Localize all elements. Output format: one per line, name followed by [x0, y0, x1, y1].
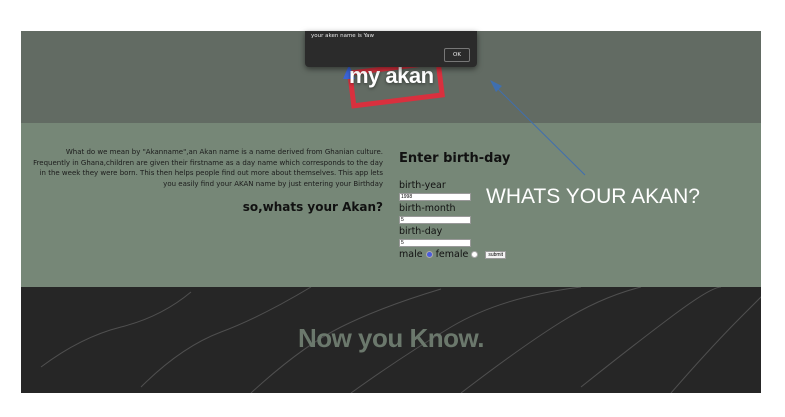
- arrow-annotation: [490, 80, 586, 176]
- arrow-head-icon: [490, 80, 502, 92]
- page: my akan your aken name is Yaw OK What do…: [21, 31, 761, 393]
- arrow-line: [494, 85, 586, 176]
